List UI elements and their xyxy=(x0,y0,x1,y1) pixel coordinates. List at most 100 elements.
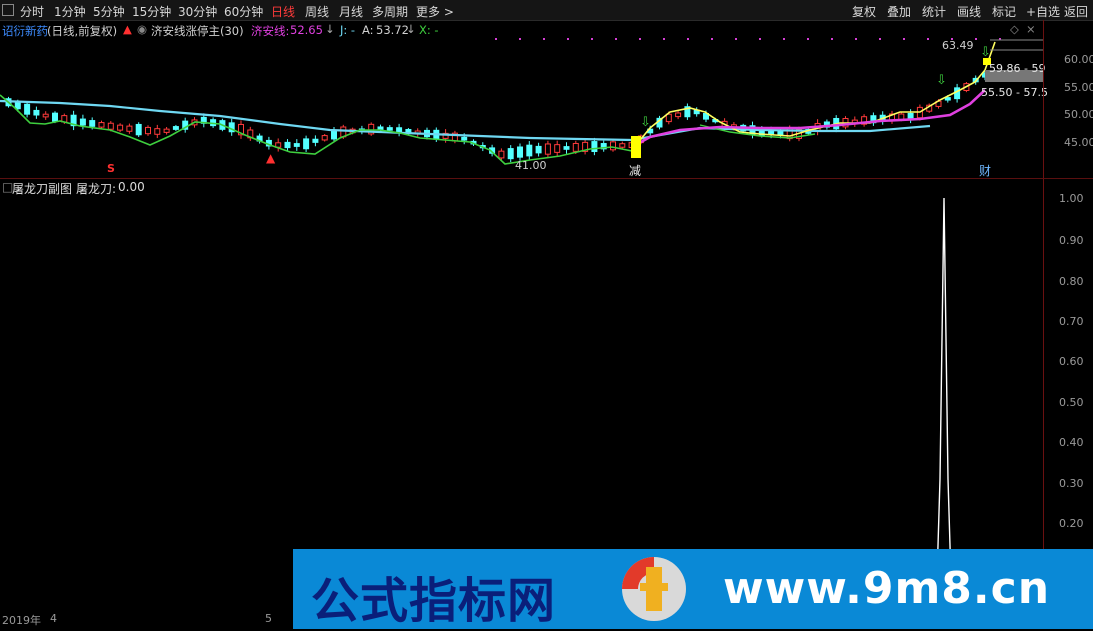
candle-body xyxy=(377,126,384,130)
signal-dot xyxy=(975,38,977,40)
candle-body xyxy=(619,143,626,148)
candle-body xyxy=(107,122,114,130)
watermark-banner: 公式指标网 www.9m8.cn xyxy=(293,549,1093,629)
sub-axis-label: 0.50 xyxy=(1059,396,1084,409)
candle-body xyxy=(544,143,551,155)
tab-multi-period[interactable]: 多周期 xyxy=(372,3,408,20)
signal-dot xyxy=(903,38,905,40)
tab-60min[interactable]: 60分钟 xyxy=(224,3,263,20)
signal-dot xyxy=(687,38,689,40)
signal-dot xyxy=(927,38,929,40)
price-axis-label: 55.00 xyxy=(1064,81,1093,94)
tab-30min[interactable]: 30分钟 xyxy=(178,3,217,20)
tab-15min[interactable]: 15分钟 xyxy=(132,3,171,20)
sub-chart[interactable] xyxy=(0,179,1043,612)
signal-dot xyxy=(639,38,641,40)
range-label-2: 55.50 - 57.5 xyxy=(981,86,1048,99)
down-arrow-icon: ⇩ xyxy=(936,73,947,88)
candle-body xyxy=(526,144,533,157)
stats-button[interactable]: 统计 xyxy=(922,3,946,20)
up-arrow-icon: ▲ xyxy=(266,151,276,165)
candle-body xyxy=(954,87,961,100)
sub-axis-label: 0.90 xyxy=(1059,234,1084,247)
sub-axis-label: 0.30 xyxy=(1059,477,1084,490)
tab-1min[interactable]: 1分钟 xyxy=(54,3,86,20)
date-month: 5 xyxy=(265,612,272,625)
banner-cn-text: 公式指标网 xyxy=(311,573,557,629)
candle-body xyxy=(24,103,31,115)
high-price-label: 63.49 xyxy=(942,39,974,52)
candle-body xyxy=(331,130,337,140)
draw-line-button[interactable]: 画线 xyxy=(957,3,981,20)
candle-body xyxy=(944,97,951,101)
sub-axis-label: 0.60 xyxy=(1059,355,1084,368)
candle-body xyxy=(145,126,151,135)
signal-dot xyxy=(783,38,785,40)
candle-body xyxy=(79,118,86,126)
candle-body xyxy=(172,126,179,130)
magenta-line xyxy=(631,89,986,149)
candle-body xyxy=(517,146,523,158)
sub-axis-label: 0.40 xyxy=(1059,436,1084,449)
price-axis-label: 45.00 xyxy=(1064,136,1093,149)
tab-weekly[interactable]: 周线 xyxy=(305,3,329,20)
tab-more[interactable]: 更多 > xyxy=(416,3,454,20)
price-axis-label: 60.00 xyxy=(1064,53,1093,66)
overlay-button[interactable]: 叠加 xyxy=(887,3,911,20)
signal-dot xyxy=(807,38,809,40)
tab-5min[interactable]: 5分钟 xyxy=(93,3,125,20)
signal-dot xyxy=(831,38,833,40)
add-watchlist-button[interactable]: +自选 xyxy=(1026,3,1060,20)
signal-dot xyxy=(495,38,497,40)
signal-dot xyxy=(591,38,593,40)
candle-body xyxy=(284,141,291,149)
candle-body xyxy=(303,138,310,150)
candle-body xyxy=(535,145,542,154)
sub-axis-label: 0.20 xyxy=(1059,517,1084,530)
signal-cai: 财 xyxy=(979,164,992,178)
tab-fenshi[interactable]: 分时 xyxy=(20,3,44,20)
sub-axis-label: 0.70 xyxy=(1059,315,1084,328)
signal-dot xyxy=(543,38,545,40)
candle-body xyxy=(52,112,58,122)
candle-body xyxy=(126,125,133,132)
candle-body xyxy=(461,136,468,141)
price-axis-label: 50.00 xyxy=(1064,108,1093,121)
range-label-1: 59.86 - 59 xyxy=(989,62,1046,75)
window-icon[interactable] xyxy=(2,4,14,16)
candle-body xyxy=(154,128,161,135)
signal-dot xyxy=(879,38,881,40)
candle-body xyxy=(14,102,21,110)
back-button[interactable]: 返回 xyxy=(1064,3,1088,20)
signal-s: S xyxy=(107,162,115,175)
candle-body xyxy=(321,135,328,141)
candle-body xyxy=(907,112,914,120)
signal-dot xyxy=(567,38,569,40)
candle-body xyxy=(135,123,142,136)
candle-body xyxy=(563,146,570,150)
tab-monthly[interactable]: 月线 xyxy=(339,3,363,20)
candle-body xyxy=(610,141,616,151)
low-price-label: 41.00 xyxy=(515,159,547,172)
down-arrow-icon: ⇩ xyxy=(640,115,651,130)
candle-body xyxy=(554,144,561,153)
candle-body xyxy=(42,113,49,118)
candle-body xyxy=(507,148,514,160)
down-arrow-icon: ⇩ xyxy=(980,45,991,60)
restore-rights-button[interactable]: 复权 xyxy=(852,3,876,20)
site-logo-icon xyxy=(622,557,686,621)
signal-dot xyxy=(663,38,665,40)
kline-chart[interactable]: ⇩ ⇩ ⇩ ▲ xyxy=(0,20,1043,178)
candle-body xyxy=(163,128,170,133)
tab-daily[interactable]: 日线 xyxy=(271,3,295,20)
date-month: 4 xyxy=(50,612,57,625)
signal-dot xyxy=(855,38,857,40)
candle-body xyxy=(293,143,300,147)
period-toolbar: 分时 1分钟 5分钟 15分钟 30分钟 60分钟 日线 周线 月线 多周期 更… xyxy=(0,0,1093,21)
signal-jian: 减 xyxy=(629,164,642,178)
candle-body xyxy=(386,127,393,131)
signal-dot xyxy=(735,38,737,40)
candle-body xyxy=(591,141,598,153)
sub-axis-label: 1.00 xyxy=(1059,192,1084,205)
mark-button[interactable]: 标记 xyxy=(992,3,1016,20)
